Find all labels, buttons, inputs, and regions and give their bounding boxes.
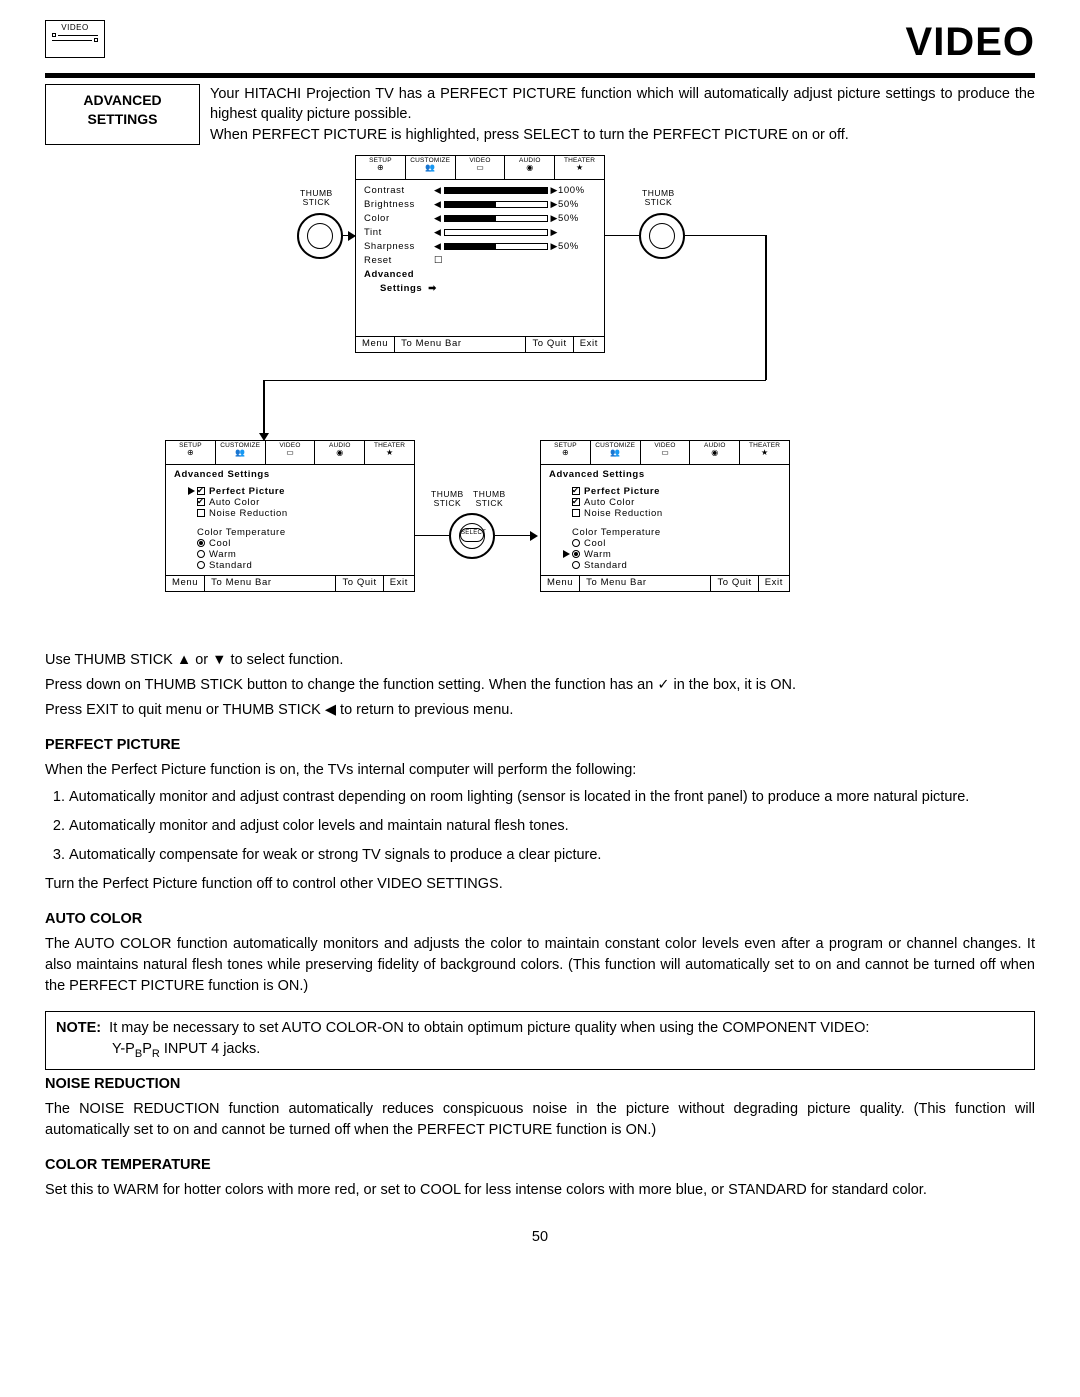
advanced-settings-panel-2: SETUP⊕ CUSTOMIZE👥 VIDEO▭ AUDIO◉ THEATER★… [540, 440, 790, 592]
noise-reduction-heading: NOISE REDUCTION [45, 1074, 1035, 1095]
page-number: 50 [45, 1229, 1035, 1245]
thumb-stick-label-left: THUMB STICK [300, 189, 333, 208]
intro-text: Your HITACHI Projection TV has a PERFECT… [200, 84, 1035, 145]
perfect-picture-list: Automatically monitor and adjust contras… [69, 787, 1035, 866]
select-button-icon: SELECT [460, 528, 484, 542]
color-temperature-heading: COLOR TEMPERATURE [45, 1155, 1035, 1176]
perfect-picture-heading: PERFECT PICTURE [45, 735, 1035, 756]
video-menu-panel: SETUP⊕ CUSTOMIZE👥 VIDEO▭ AUDIO◉ THEATER★… [355, 155, 605, 353]
video-icon-label: VIDEO [46, 23, 104, 32]
note-box: NOTE: It may be necessary to set AUTO CO… [45, 1011, 1035, 1070]
divider [45, 73, 1035, 78]
instructions-block: Use THUMB STICK ▲ or ▼ to select functio… [45, 650, 1035, 1201]
menu-diagram: SETUP⊕ CUSTOMIZE👥 VIDEO▭ AUDIO◉ THEATER★… [45, 155, 1035, 640]
page-title: VIDEO [906, 20, 1035, 65]
thumb-stick-label: THUMB STICK [431, 490, 464, 509]
thumb-stick-label-right: THUMB STICK [642, 189, 675, 208]
thumb-stick-icon [297, 213, 343, 259]
advanced-settings-box: ADVANCED SETTINGS [45, 84, 200, 145]
thumb-stick-icon [639, 213, 685, 259]
thumb-stick-label: THUMB STICK [473, 490, 506, 509]
auto-color-heading: AUTO COLOR [45, 909, 1035, 930]
advanced-settings-panel-1: SETUP⊕ CUSTOMIZE👥 VIDEO▭ AUDIO◉ THEATER★… [165, 440, 415, 592]
video-tab-icon: VIDEO [45, 20, 105, 58]
